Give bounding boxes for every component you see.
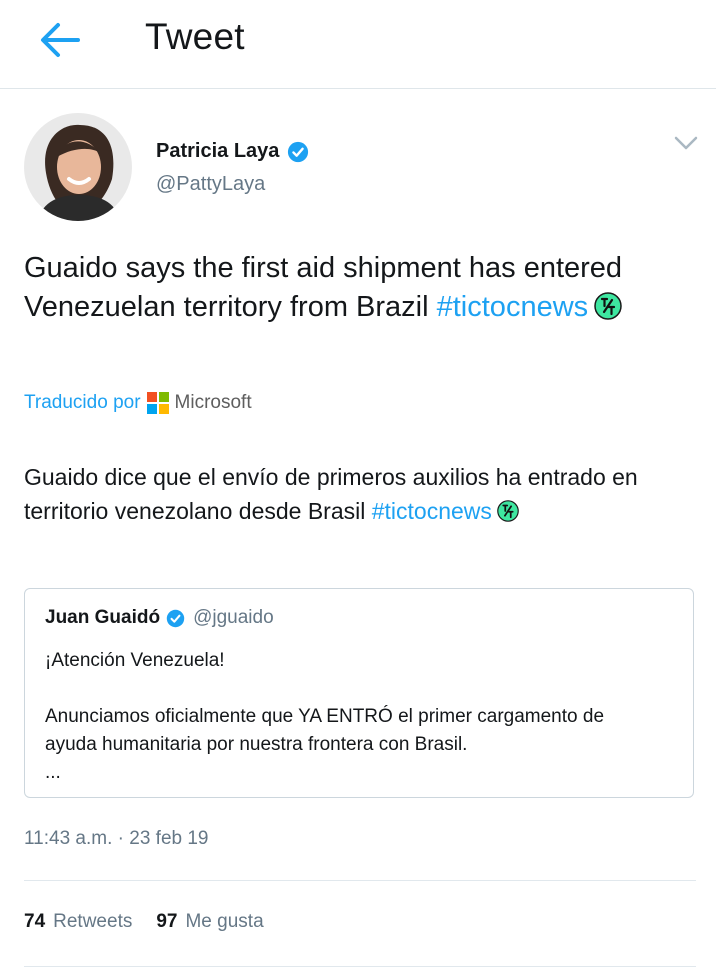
likes-stat[interactable]: 97 Me gusta (156, 911, 263, 933)
divider (24, 966, 696, 967)
translation-hashtag-link[interactable]: #tictocnews (372, 498, 492, 524)
back-button[interactable] (38, 20, 82, 60)
quoted-line-gap (45, 675, 675, 703)
translation-body: Guaido dice que el envío de primeros aux… (24, 464, 638, 524)
microsoft-logo-icon (146, 392, 169, 414)
tictoc-emoji-icon (497, 500, 519, 522)
divider (24, 880, 696, 881)
translator-name: Microsoft (174, 392, 252, 413)
likes-label: Me gusta (185, 911, 264, 932)
quoted-author-row: Juan Guaidó @jguaido (45, 607, 274, 629)
retweets-label: Retweets (53, 911, 133, 932)
quoted-line: ¡Atención Venezuela! (45, 650, 225, 671)
tweet-menu-button[interactable] (672, 132, 700, 154)
avatar-image (24, 113, 132, 221)
top-bar: Tweet (0, 0, 716, 89)
quoted-line: Anunciamos oficialmente que YA ENTRÓ el … (45, 706, 605, 727)
engagement-stats: 74 Retweets 97 Me gusta (24, 911, 288, 933)
quoted-tweet-card[interactable]: Juan Guaidó @jguaido ¡Atención Venezuela… (24, 588, 694, 798)
retweets-stat[interactable]: 74 Retweets (24, 911, 132, 933)
chevron-down-icon (674, 136, 698, 150)
translation-attribution[interactable]: Traducido por Microsoft (24, 392, 252, 414)
translated-text: Guaido dice que el envío de primeros aux… (24, 460, 696, 528)
quoted-tweet-text: ¡Atención Venezuela! Anunciamos oficialm… (45, 647, 675, 787)
quoted-author-name: Juan Guaidó (45, 607, 161, 628)
quoted-line: ayuda humanitaria por nuestra frontera c… (45, 734, 468, 755)
hashtag-link[interactable]: #tictocnews (437, 291, 589, 323)
author-handle[interactable]: @PattyLaya (156, 173, 265, 196)
tweet-text: Guaido says the first aid shipment has e… (24, 249, 694, 327)
verified-badge-icon (288, 141, 309, 162)
avatar[interactable] (24, 113, 132, 221)
tictoc-emoji-icon (594, 292, 622, 320)
arrow-left-icon (41, 23, 80, 57)
quoted-ellipsis: ... (45, 762, 61, 783)
author-row[interactable]: Patricia Laya (156, 140, 309, 163)
tweet-timestamp[interactable]: 11:43 a.m. · 23 feb 19 (24, 828, 209, 850)
translated-by-label: Traducido por (24, 392, 141, 413)
author-name: Patricia Laya (156, 140, 280, 162)
likes-count: 97 (156, 911, 178, 932)
verified-badge-icon (166, 609, 185, 627)
page-title: Tweet (145, 16, 245, 57)
retweets-count: 74 (24, 911, 46, 932)
quoted-author-handle: @jguaido (193, 607, 274, 628)
